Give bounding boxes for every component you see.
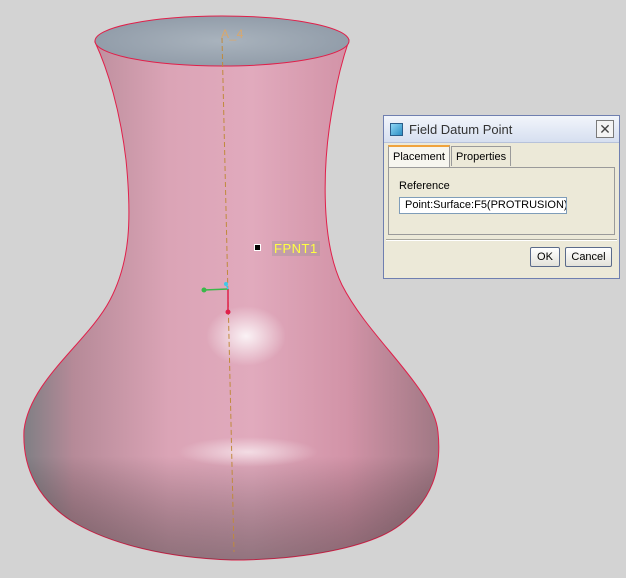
- tab-placement[interactable]: Placement: [388, 145, 450, 167]
- cancel-button[interactable]: Cancel: [565, 247, 612, 267]
- dialog-tabs: Placement Properties: [388, 145, 512, 167]
- triad-x-handle[interactable]: [201, 287, 207, 293]
- field-datum-point-dialog: Field Datum Point ✕ Placement Properties…: [383, 115, 620, 279]
- vase-model[interactable]: [0, 0, 626, 573]
- triad-z-handle[interactable]: [225, 309, 231, 315]
- triad-x-axis: [203, 288, 229, 291]
- ok-button[interactable]: OK: [530, 247, 560, 267]
- axis-label[interactable]: A_4: [221, 27, 244, 41]
- tab-properties[interactable]: Properties: [450, 146, 512, 166]
- reference-field[interactable]: Point:Surface:F5(PROTRUSION): [399, 197, 567, 214]
- surface-highlight: [206, 306, 286, 366]
- reference-caption: Reference: [399, 180, 450, 192]
- placement-panel: Reference Point:Surface:F5(PROTRUSION): [388, 167, 615, 235]
- model-viewport[interactable]: A_4 FPNT1: [0, 0, 626, 573]
- dialog-title: Field Datum Point: [409, 121, 513, 137]
- close-icon[interactable]: ✕: [596, 120, 614, 138]
- datum-point-marker[interactable]: [254, 244, 261, 251]
- datum-point-label[interactable]: FPNT1: [272, 241, 320, 256]
- dialog-app-icon: [390, 122, 403, 136]
- dialog-divider: [386, 239, 617, 241]
- surface-highlight: [178, 437, 318, 467]
- triad-y-handle[interactable]: [224, 282, 228, 286]
- dialog-title-bar[interactable]: Field Datum Point ✕: [384, 116, 619, 143]
